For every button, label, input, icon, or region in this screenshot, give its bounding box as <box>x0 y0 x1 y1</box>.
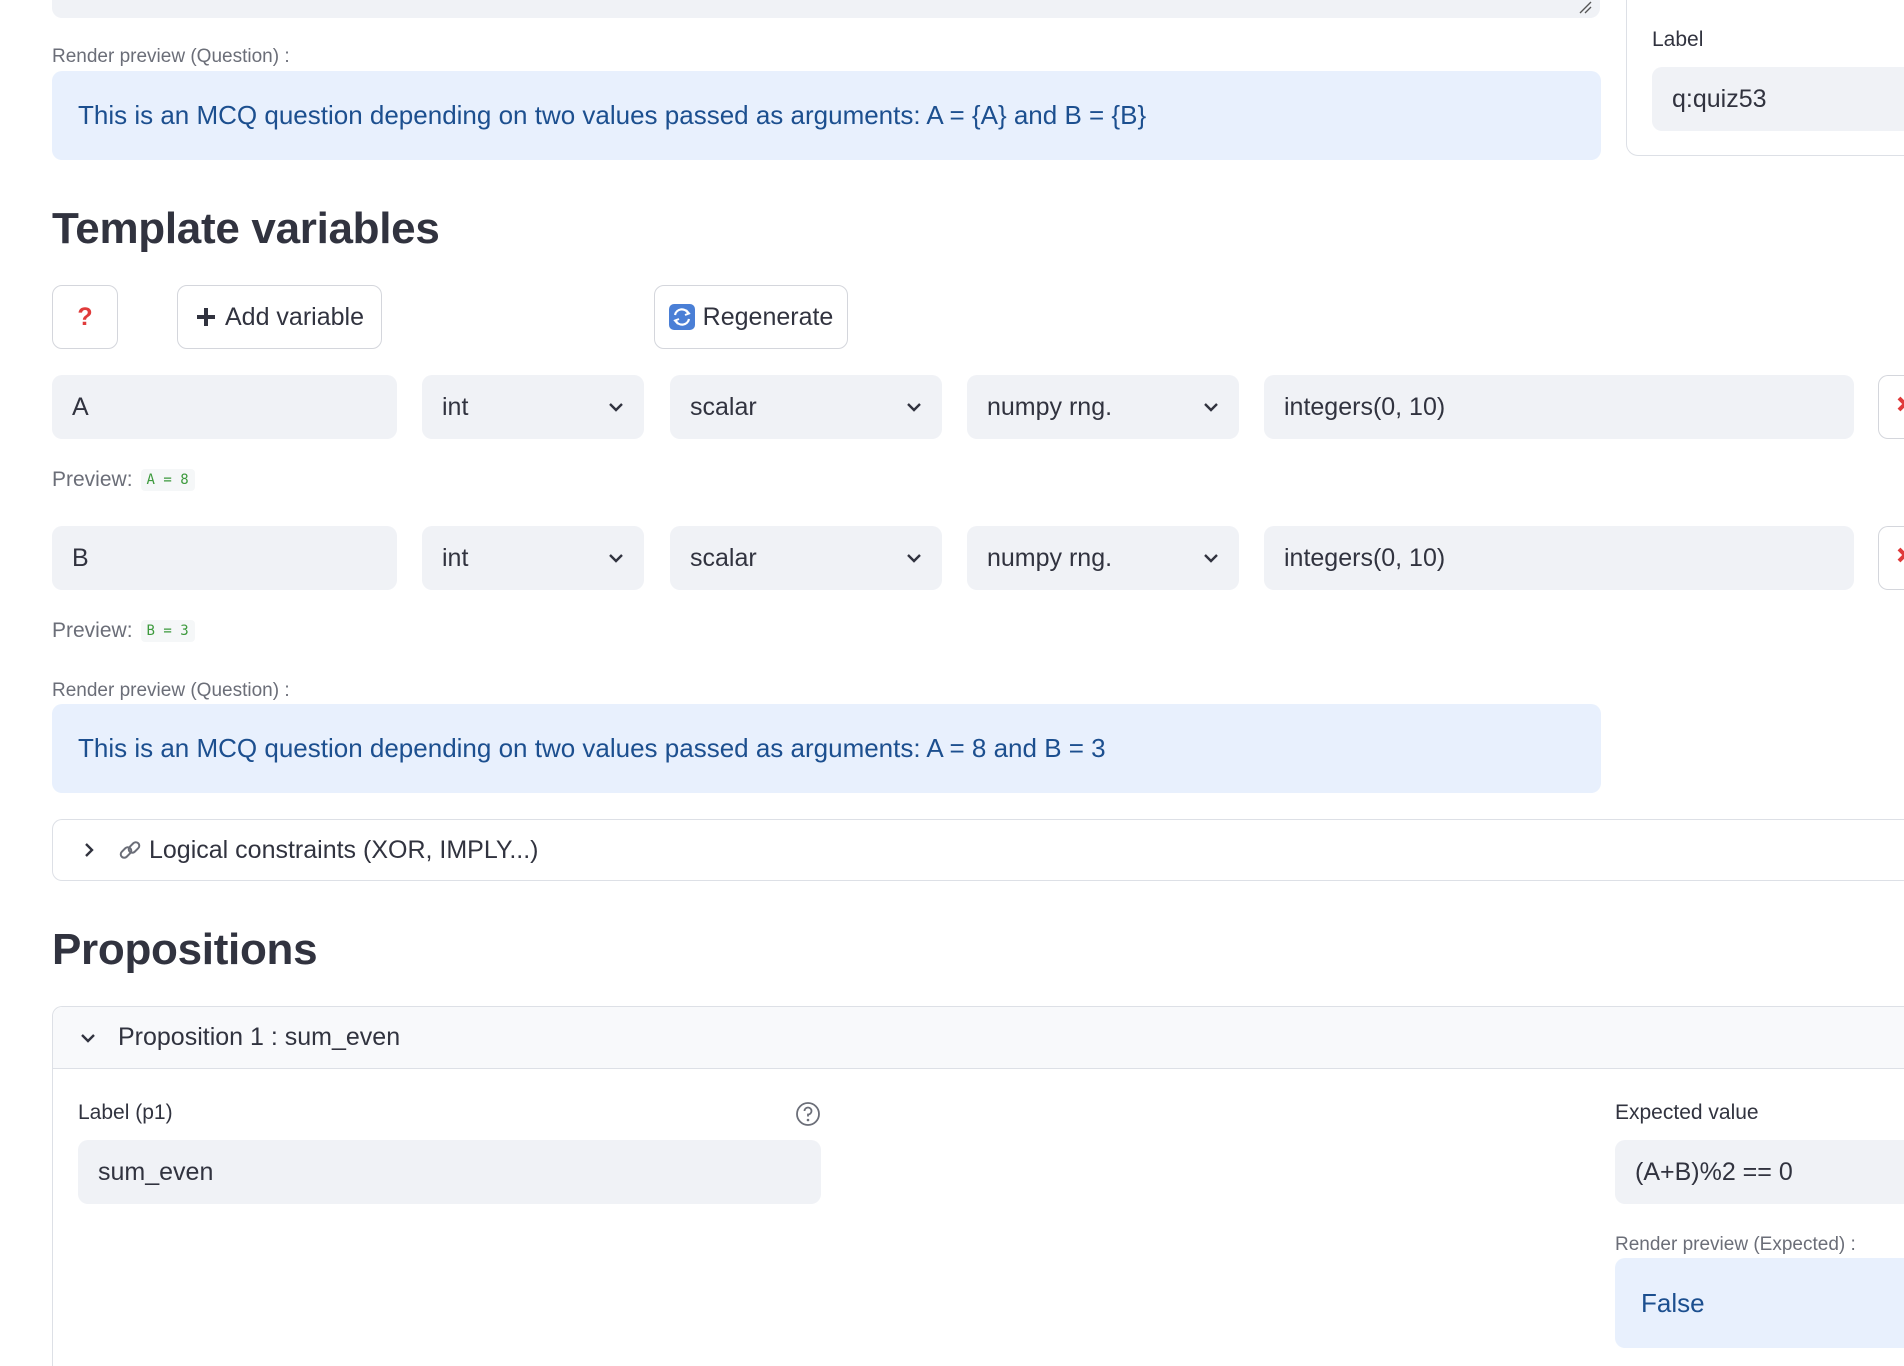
render-preview-question-label: Render preview (Question) : <box>52 680 290 701</box>
chevron-down-icon <box>1204 554 1218 563</box>
delete-variable-button[interactable] <box>1878 375 1904 439</box>
question-textarea[interactable] <box>52 0 1600 18</box>
logical-constraints-expander[interactable]: Logical constraints (XOR, IMPLY...) <box>52 819 1904 881</box>
logical-constraints-label: Logical constraints (XOR, IMPLY...) <box>149 835 539 864</box>
variable-generator-select[interactable]: numpy rng. <box>967 526 1239 590</box>
variable-shape-select[interactable]: scalar <box>670 375 942 439</box>
close-icon <box>1897 547 1904 563</box>
chevron-down-icon <box>1204 403 1218 412</box>
variable-name-input[interactable]: B <box>52 526 397 590</box>
chevron-right-icon <box>85 843 94 857</box>
resize-handle-icon[interactable] <box>1578 0 1592 14</box>
chevron-down-icon <box>609 403 623 412</box>
expected-value-input[interactable]: (A+B)%2 == 0 <box>1615 1140 1904 1204</box>
proposition-header[interactable]: Proposition 1 : sum_even <box>53 1007 1904 1069</box>
render-preview-expected: False <box>1615 1258 1904 1348</box>
chevron-down-icon <box>907 554 921 563</box>
label-input[interactable]: q:quiz53 <box>1652 67 1904 131</box>
dtype-value: int <box>442 543 469 572</box>
generator-value: numpy rng. <box>987 543 1113 572</box>
regenerate-label: Regenerate <box>702 302 834 331</box>
refresh-icon <box>668 304 695 330</box>
link-icon <box>119 841 141 859</box>
variable-expression-input[interactable]: integers(0, 10) <box>1264 375 1854 439</box>
preview-prefix: Preview: <box>52 468 133 491</box>
variable-name-input[interactable]: A <box>52 375 397 439</box>
plus-icon <box>197 308 215 326</box>
variable-generator-select[interactable]: numpy rng. <box>967 375 1239 439</box>
generator-value: numpy rng. <box>987 392 1113 421</box>
proposition-header-label: Proposition 1 : sum_even <box>118 1023 401 1051</box>
help-button[interactable]: ? <box>52 285 118 349</box>
propositions-heading: Propositions <box>52 925 318 974</box>
chevron-down-icon <box>609 554 623 563</box>
variable-dtype-select[interactable]: int <box>422 526 644 590</box>
variable-expression-input[interactable]: integers(0, 10) <box>1264 526 1854 590</box>
render-preview-question-label: Render preview (Question) : <box>52 46 290 67</box>
add-variable-label: Add variable <box>225 302 364 331</box>
variable-preview-code: A = 8 <box>140 469 195 491</box>
render-preview-question-template: This is an MCQ question depending on two… <box>52 71 1601 160</box>
shape-value: scalar <box>690 392 757 421</box>
variable-preview: Preview: B = 3 <box>52 619 195 643</box>
proposition-label-title: Label (p1) <box>78 1101 173 1124</box>
dtype-value: int <box>442 392 469 421</box>
regenerate-button[interactable]: Regenerate <box>654 285 848 349</box>
render-preview-question-rendered: This is an MCQ question depending on two… <box>52 704 1601 793</box>
delete-variable-button[interactable] <box>1878 526 1904 590</box>
close-icon <box>1897 396 1904 412</box>
label-title: Label <box>1652 28 1704 51</box>
chevron-down-icon <box>907 403 921 412</box>
help-circle-icon[interactable] <box>795 1101 821 1127</box>
render-preview-expected-label: Render preview (Expected) : <box>1615 1234 1856 1255</box>
variable-preview: Preview: A = 8 <box>52 468 195 492</box>
shape-value: scalar <box>690 543 757 572</box>
chevron-down-icon <box>81 1033 95 1043</box>
variable-dtype-select[interactable]: int <box>422 375 644 439</box>
variable-shape-select[interactable]: scalar <box>670 526 942 590</box>
preview-prefix: Preview: <box>52 619 133 642</box>
template-variables-heading: Template variables <box>52 204 440 253</box>
add-variable-button[interactable]: Add variable <box>177 285 382 349</box>
proposition-label-input[interactable]: sum_even <box>78 1140 821 1204</box>
variable-preview-code: B = 3 <box>140 620 195 642</box>
expected-value-title: Expected value <box>1615 1101 1759 1124</box>
